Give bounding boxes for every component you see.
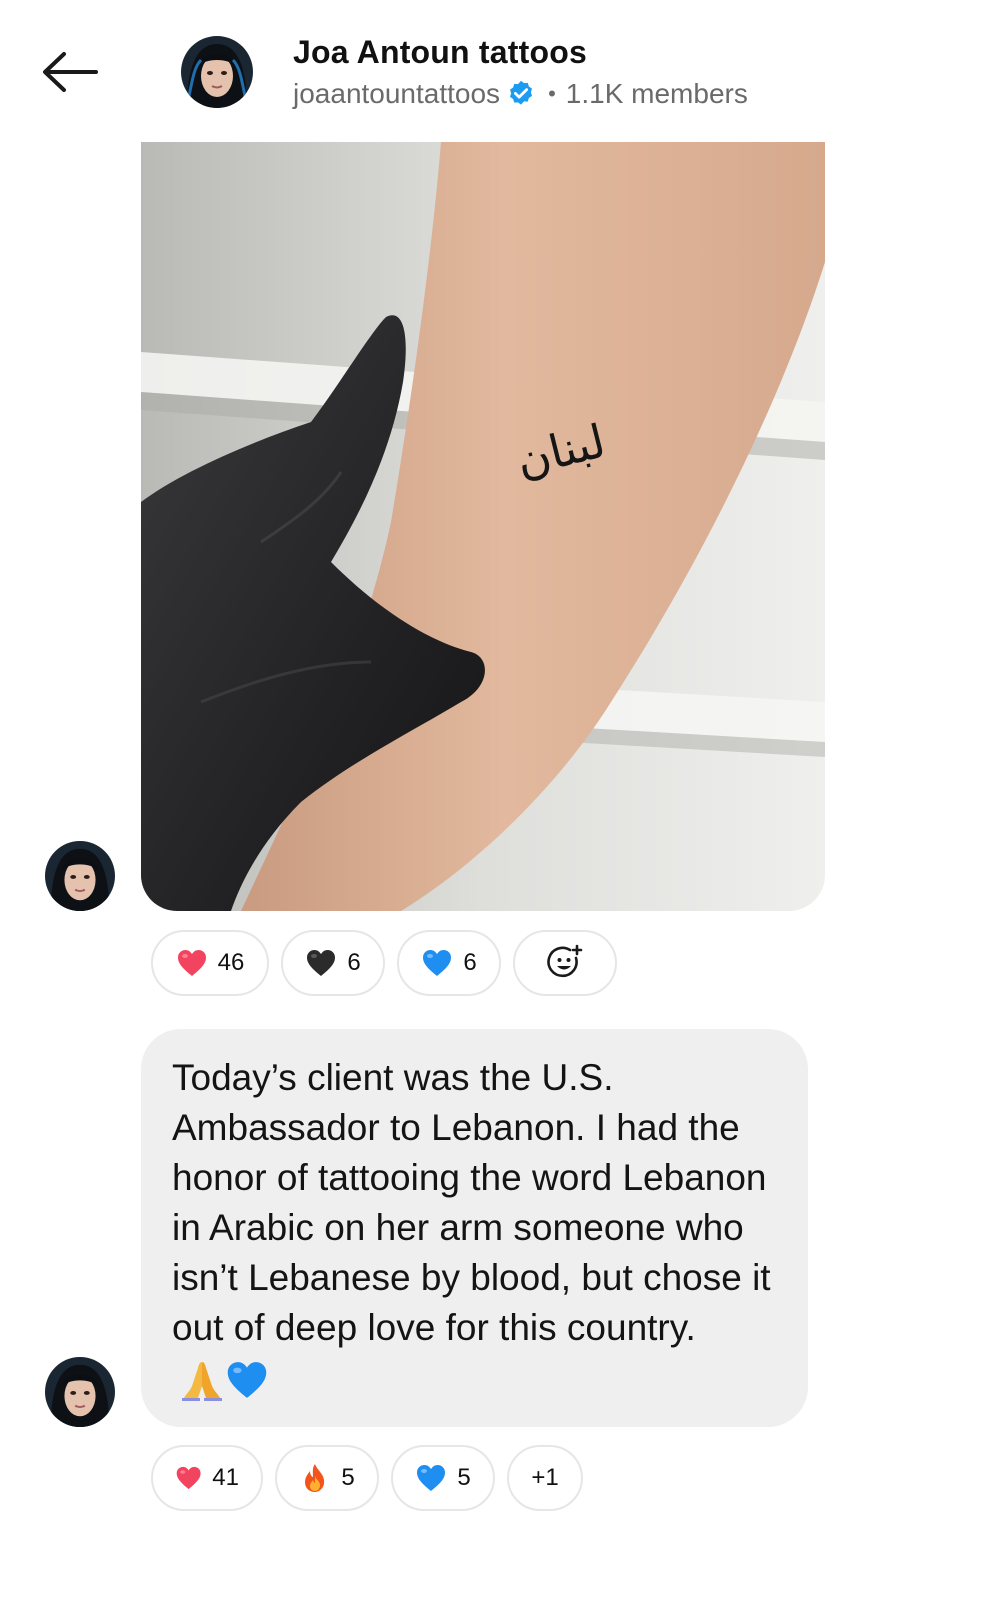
message-bubble[interactable]: Today’s client was the U.S. Ambassador t… [141,1029,808,1427]
add-reaction-button[interactable] [513,930,617,996]
blue-heart-icon [417,1465,446,1491]
back-button[interactable] [38,44,102,100]
reaction-count: 41 [212,1464,239,1491]
reaction-count: 6 [347,949,361,976]
reaction-red-heart[interactable]: 46 [151,930,269,996]
arrow-left-icon [43,52,98,92]
folded-hands-icon [182,1362,222,1402]
blue-heart-icon [423,950,452,976]
channel-handle[interactable]: joaantountattoos [293,76,500,112]
reaction-black-heart[interactable]: 6 [281,930,385,996]
add-reaction-icon [547,944,583,978]
black-heart-icon [307,950,336,976]
channel-subtitle: joaantountattoos • 1.1K members [293,76,748,112]
sender-avatar[interactable] [45,841,115,911]
more-reactions-button[interactable]: +1 [507,1445,583,1511]
red-heart-icon [176,1466,201,1490]
reaction-blue-heart[interactable]: 6 [397,930,501,996]
photo-reactions: 46 6 6 [151,930,617,996]
message-reactions: 41 5 5 +1 [151,1445,583,1511]
message-emojis [180,1358,270,1402]
reaction-red-heart[interactable]: 41 [151,1445,263,1511]
channel-avatar[interactable] [181,36,253,108]
reaction-count: 46 [217,949,245,976]
separator-dot: • [548,81,556,106]
channel-title[interactable]: Joa Antoun tattoos [293,32,748,72]
red-heart-icon [177,950,206,976]
post-photo[interactable]: لبنان [141,142,825,911]
reaction-count: 6 [463,949,477,976]
reaction-count: 5 [457,1464,471,1491]
fire-icon [305,1464,325,1492]
verified-badge-icon [510,80,533,105]
more-reactions-count: +1 [531,1464,559,1491]
message-body: Today’s client was the U.S. Ambassador t… [172,1057,771,1348]
reaction-count: 5 [341,1464,355,1491]
reaction-blue-heart[interactable]: 5 [391,1445,495,1511]
member-count[interactable]: 1.1K members [566,76,748,112]
channel-header: Joa Antoun tattoos joaantountattoos • 1.… [293,32,748,112]
message-text: Today’s client was the U.S. Ambassador t… [172,1053,778,1403]
blue-heart-icon [227,1362,267,1399]
reaction-fire[interactable]: 5 [275,1445,379,1511]
sender-avatar[interactable] [45,1357,115,1427]
